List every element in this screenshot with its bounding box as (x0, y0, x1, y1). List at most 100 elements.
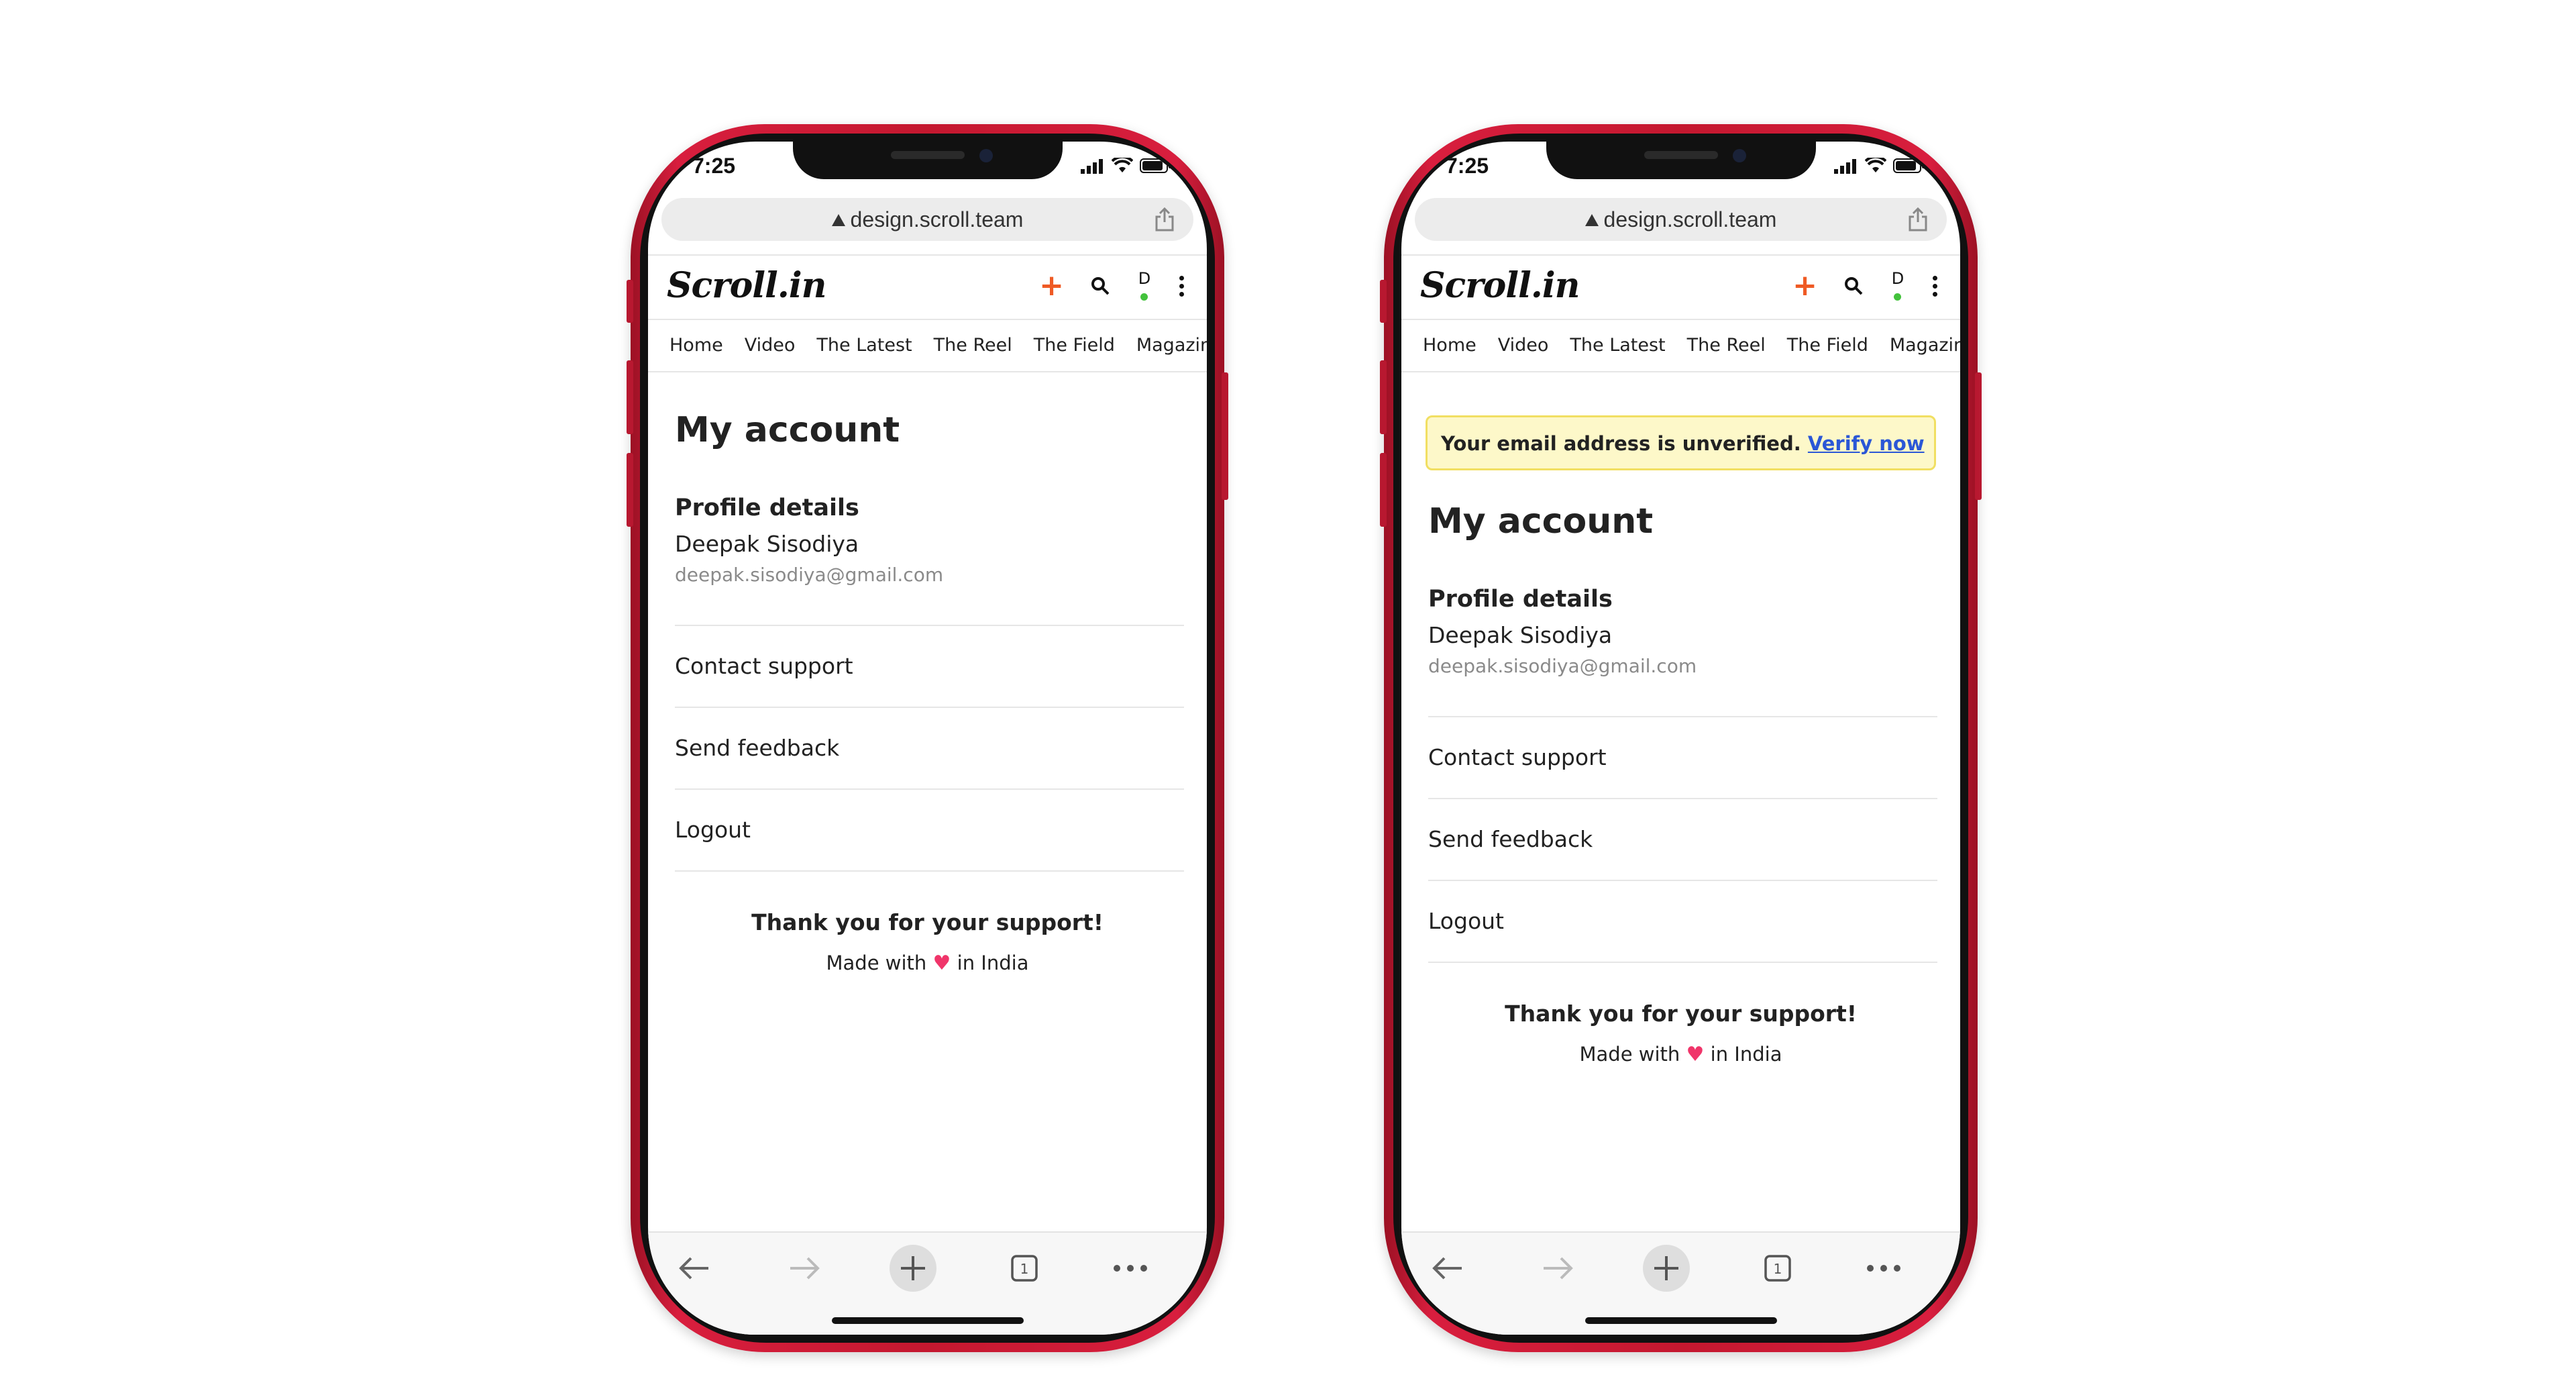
site-logo[interactable]: Scroll.in (667, 265, 826, 306)
kebab-icon[interactable] (1933, 275, 1937, 297)
signal-icon (1081, 159, 1103, 174)
browser-toolbar: 1 (648, 1231, 1207, 1335)
logout-link[interactable]: Logout (1428, 880, 1937, 963)
triangle-icon (1585, 214, 1599, 226)
thanks-message: Thank you for your support! (751, 909, 1104, 935)
avatar[interactable]: D (1890, 269, 1906, 303)
send-feedback-link[interactable]: Send feedback (1428, 798, 1937, 880)
tabs-button[interactable]: 1 (1754, 1245, 1801, 1292)
url-text: design.scroll.team (1603, 207, 1777, 232)
site-header: Scroll.in + D (648, 254, 1207, 320)
phone-screen: 7:25 design.scroll.team Scroll.in + D Ho… (1401, 142, 1960, 1335)
tabs-button[interactable]: 1 (1001, 1245, 1048, 1292)
nav-item-the-reel[interactable]: The Reel (1687, 335, 1766, 356)
ellipsis-icon (1114, 1265, 1147, 1272)
arrow-left-icon (679, 1257, 708, 1280)
user-name: Deepak Sisodiya (1428, 622, 1613, 648)
nav-item-the-field[interactable]: The Field (1787, 335, 1868, 356)
back-button[interactable] (1424, 1245, 1471, 1292)
user-email: deepak.sisodiya@gmail.com (675, 564, 944, 586)
kebab-icon[interactable] (1179, 275, 1184, 297)
user-name: Deepak Sisodiya (675, 531, 859, 557)
forward-button[interactable] (1534, 1245, 1581, 1292)
online-status-dot (1140, 293, 1148, 301)
site-header: Scroll.in + D (1401, 254, 1960, 320)
plus-icon[interactable]: + (1792, 271, 1817, 301)
account-menu: Contact support Send feedback Logout (675, 625, 1184, 872)
search-icon[interactable] (1844, 276, 1863, 295)
nav-item-magazine[interactable]: Magazine (1136, 335, 1207, 356)
notch (792, 142, 1063, 179)
made-with-suffix: in India (957, 952, 1029, 974)
banner-text: Your email address is unverified. (1441, 432, 1801, 455)
nav-item-the-field[interactable]: The Field (1034, 335, 1115, 356)
volume-down-button (627, 453, 633, 527)
online-status-dot (1894, 293, 1901, 301)
nav-item-the-latest[interactable]: The Latest (1570, 335, 1665, 356)
made-with-text: Made with ♥ in India (1401, 1043, 1960, 1066)
plus-icon[interactable]: + (1039, 271, 1064, 301)
verify-now-link[interactable]: Verify now (1808, 432, 1925, 455)
volume-up-button (627, 360, 633, 434)
avatar-letter: D (1891, 269, 1904, 288)
site-nav: Home Video The Latest The Reel The Field Maga… (648, 319, 1207, 372)
contact-support-link[interactable]: Contact support (1428, 716, 1937, 798)
more-menu-button[interactable] (1107, 1245, 1154, 1292)
home-indicator[interactable] (1585, 1317, 1777, 1324)
power-button (1222, 372, 1228, 500)
heart-icon: ♥ (932, 952, 951, 975)
tabs-icon: 1 (1764, 1255, 1791, 1282)
back-button[interactable] (671, 1245, 718, 1292)
send-feedback-link[interactable]: Send feedback (675, 707, 1184, 788)
made-with-prefix: Made with (1579, 1043, 1680, 1066)
nav-item-magazine[interactable]: Magazine (1890, 335, 1960, 356)
plus-circle-icon (901, 1256, 925, 1280)
contact-support-link[interactable]: Contact support (675, 625, 1184, 707)
mute-switch (627, 280, 633, 323)
search-icon[interactable] (1091, 276, 1110, 295)
made-with-text: Made with ♥ in India (648, 952, 1207, 975)
status-icons (1081, 158, 1172, 174)
nav-item-home[interactable]: Home (669, 335, 723, 356)
speaker-grille (1644, 151, 1718, 159)
account-header: My account (1428, 501, 1937, 542)
phone-screen: 7:25 design.scroll.team Scroll.in + D Ho… (648, 142, 1207, 1335)
new-tab-button[interactable] (1643, 1245, 1690, 1292)
nav-item-video[interactable]: Video (1498, 335, 1549, 356)
url-bar[interactable]: design.scroll.team (661, 198, 1193, 241)
forward-button[interactable] (781, 1245, 828, 1292)
support-footer: Thank you for your support! Made with ♥ … (1401, 1001, 1960, 1066)
profile-details: Profile details Deepak Sisodiya deepak.s… (675, 495, 1184, 586)
share-icon[interactable] (1908, 207, 1928, 232)
volume-down-button (1380, 453, 1387, 527)
avatar[interactable]: D (1136, 269, 1152, 303)
nav-item-the-latest[interactable]: The Latest (816, 335, 912, 356)
arrow-right-icon (1544, 1257, 1573, 1280)
mute-switch (1380, 280, 1387, 323)
status-time: 7:25 (1446, 154, 1489, 178)
nav-item-video[interactable]: Video (745, 335, 796, 356)
nav-item-the-reel[interactable]: The Reel (934, 335, 1012, 356)
profile-heading: Profile details (1428, 586, 1613, 613)
support-footer: Thank you for your support! Made with ♥ … (648, 909, 1207, 975)
arrow-left-icon (1432, 1257, 1462, 1280)
home-indicator[interactable] (831, 1317, 1024, 1324)
share-icon[interactable] (1155, 207, 1175, 232)
more-menu-button[interactable] (1860, 1245, 1907, 1292)
plus-circle-icon (1654, 1256, 1678, 1280)
wifi-icon (1112, 158, 1133, 172)
new-tab-button[interactable] (890, 1245, 936, 1292)
page-title: My account (675, 410, 900, 450)
notch (1546, 142, 1816, 179)
profile-details: Profile details Deepak Sisodiya deepak.s… (1428, 586, 1937, 677)
site-logo[interactable]: Scroll.in (1420, 265, 1580, 306)
phone-right: 7:25 design.scroll.team Scroll.in + D Ho… (1380, 124, 1982, 1352)
phone-left: 7:25 design.scroll.team Scroll.in + D Ho… (627, 124, 1228, 1352)
nav-item-home[interactable]: Home (1423, 335, 1477, 356)
unverified-email-banner: Your email address is unverified. Verify… (1426, 415, 1936, 470)
logout-link[interactable]: Logout (675, 788, 1184, 872)
status-time: 7:25 (692, 154, 736, 178)
profile-heading: Profile details (675, 495, 859, 521)
url-bar[interactable]: design.scroll.team (1415, 198, 1947, 241)
header-icons: + D (1039, 269, 1184, 303)
